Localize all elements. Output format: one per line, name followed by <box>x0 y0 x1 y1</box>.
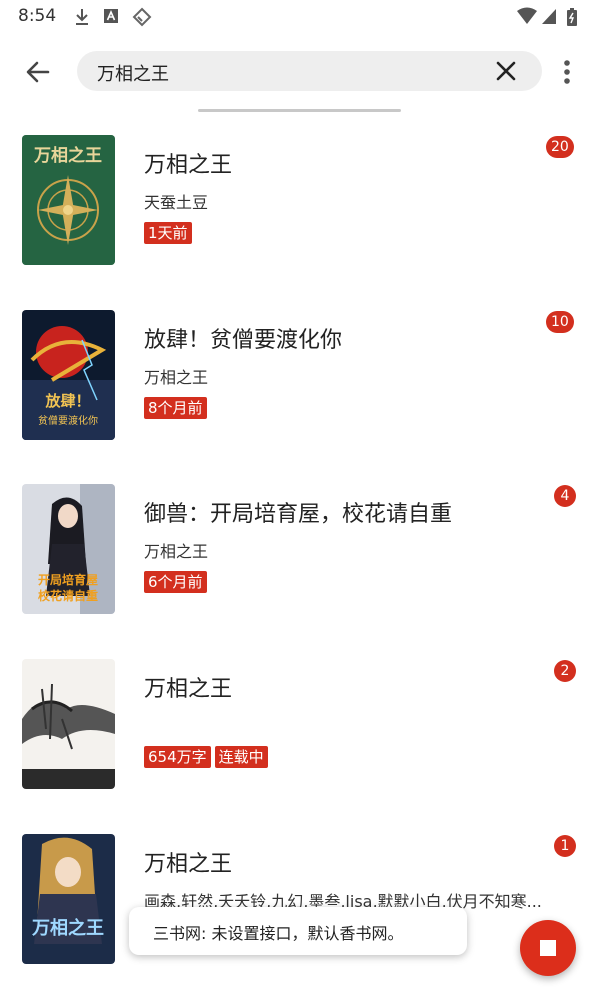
tag-icon <box>132 7 152 27</box>
svg-text:万相之王: 万相之王 <box>33 145 102 166</box>
book-author: 万相之王 <box>144 542 209 561</box>
svg-text:贫僧要渡化你: 贫僧要渡化你 <box>38 414 98 427</box>
clear-icon[interactable] <box>494 59 518 83</box>
wifi-icon <box>517 7 537 24</box>
battery-icon <box>567 8 577 26</box>
book-title: 放肆！贫僧要渡化你 <box>144 328 343 353</box>
tag-group: 8个月前 <box>144 397 207 419</box>
status-tag: 连载中 <box>214 746 268 768</box>
list-item[interactable]: 万相之王 万相之王 天蚕土豆 1天前 20 <box>0 135 598 309</box>
a-letter-icon <box>104 9 118 23</box>
book-title: 御兽：开局培育屋，校花请自重 <box>144 502 453 527</box>
source-count-badge: 20 <box>546 136 574 158</box>
search-field[interactable]: 万相之王 <box>77 51 542 91</box>
book-cover: 万相之王 <box>22 135 115 265</box>
list-item[interactable]: 万相之王 654万字 连载中 2 <box>0 659 598 833</box>
book-author: 天蚕土豆 <box>144 193 209 212</box>
book-cover: 万相之王 <box>22 834 115 964</box>
tag-group: 6个月前 <box>144 571 207 593</box>
download-icon <box>76 9 88 25</box>
book-author: 万相之王 <box>144 368 209 387</box>
status-time: 8:54 <box>18 6 57 26</box>
back-arrow-icon[interactable] <box>22 56 54 88</box>
top-app-bar: 万相之王 <box>0 40 598 104</box>
refresh-indicator <box>198 109 401 112</box>
status-bar: 8:54 <box>0 0 598 34</box>
toast-message: 三书网: 未设置接口，默认香书网。 <box>153 924 404 943</box>
toast: 三书网: 未设置接口，默认香书网。 <box>129 907 467 955</box>
stop-icon <box>540 940 556 956</box>
source-count-badge: 1 <box>554 835 576 857</box>
svg-text:放肆！: 放肆！ <box>44 392 90 410</box>
word-count-tag: 654万字 <box>144 746 211 768</box>
svg-text:万相之王: 万相之王 <box>31 917 104 939</box>
source-count-badge: 2 <box>554 660 576 682</box>
svg-text:开局培育屋: 开局培育屋 <box>38 572 98 587</box>
list-item[interactable]: 放肆！ 贫僧要渡化你 放肆！贫僧要渡化你 万相之王 8个月前 10 <box>0 310 598 484</box>
search-input[interactable]: 万相之王 <box>97 60 169 86</box>
source-count-badge: 10 <box>546 311 574 333</box>
tag-group: 654万字 连载中 <box>144 746 268 768</box>
svg-text:校花请自重: 校花请自重 <box>38 588 98 603</box>
book-cover: 放肆！ 贫僧要渡化你 <box>22 310 115 440</box>
list-item[interactable]: 开局培育屋 校花请自重 御兽：开局培育屋，校花请自重 万相之王 6个月前 4 <box>0 484 598 658</box>
book-title: 万相之王 <box>144 852 233 877</box>
tag-group: 1天前 <box>144 222 192 244</box>
stop-search-button[interactable] <box>520 920 576 976</box>
book-cover: 开局培育屋 校花请自重 <box>22 484 115 614</box>
book-cover <box>22 659 115 789</box>
source-count-badge: 4 <box>554 485 576 507</box>
signal-icon <box>542 9 556 24</box>
update-tag: 1天前 <box>144 222 192 244</box>
update-tag: 6个月前 <box>144 571 207 593</box>
update-tag: 8个月前 <box>144 397 207 419</box>
book-title: 万相之王 <box>144 153 233 178</box>
more-vert-icon[interactable] <box>556 56 578 88</box>
book-title: 万相之王 <box>144 677 233 702</box>
